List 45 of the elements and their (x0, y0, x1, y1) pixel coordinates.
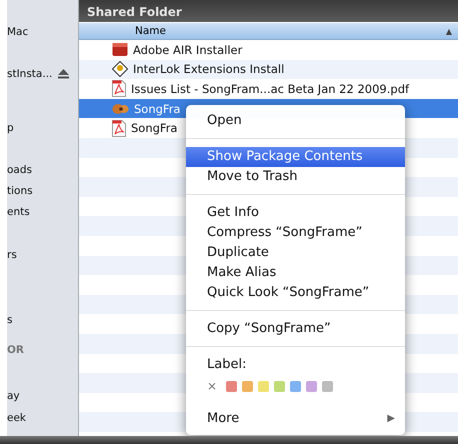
guitar-icon (112, 102, 129, 116)
sidebar-item[interactable]: Mac (7, 26, 28, 38)
label-color-swatch[interactable] (306, 380, 318, 392)
window-title: Shared Folder (87, 5, 182, 19)
label-color-swatch[interactable] (274, 380, 286, 392)
column-label: Name (135, 25, 167, 37)
label-color-swatch[interactable] (290, 380, 302, 392)
label-heading: Label: (207, 356, 248, 374)
clear-label-button[interactable]: × (207, 379, 218, 393)
menu-item[interactable]: Duplicate (186, 243, 405, 263)
file-row[interactable]: InterLok Extensions Install (79, 60, 458, 80)
menu-item[interactable]: Make Alias (186, 263, 405, 283)
sidebar-item[interactable]: s (7, 314, 12, 326)
sidebar-item[interactable]: eek (7, 412, 26, 424)
diamond-icon (112, 61, 128, 78)
eject-icon[interactable] (58, 69, 70, 79)
menu-item[interactable]: Get Info (186, 203, 405, 223)
more-menu-item[interactable]: More ▶ (186, 409, 405, 429)
file-name: Issues List - SongFram...ac Beta Jan 22 2009.pdf (131, 82, 410, 96)
file-name: SongFra (131, 121, 178, 136)
sidebar-item[interactable]: ents (7, 206, 30, 218)
file-name: Adobe AIR Installer (133, 42, 242, 57)
file-name: InterLok Extensions Install (133, 62, 284, 76)
menu-item[interactable]: Quick Look “SongFrame” (186, 283, 405, 303)
sidebar-item[interactable]: tions (7, 185, 33, 197)
menu-item[interactable]: Copy “SongFrame” (186, 319, 405, 339)
column-header[interactable]: Name ▲ (79, 23, 458, 40)
pdf-icon (112, 80, 126, 98)
sort-arrow: ▲ (446, 26, 452, 36)
label-color-swatch[interactable] (322, 380, 334, 392)
menu-item[interactable]: Compress “SongFrame” (186, 223, 405, 243)
sidebar-item[interactable]: ay (7, 390, 20, 402)
sidebar-item[interactable]: stInsta... (7, 68, 52, 80)
label-color-swatch[interactable] (242, 380, 254, 392)
menu-item[interactable]: Open (186, 111, 405, 131)
menu-item[interactable]: Show Package Contents (186, 147, 405, 167)
menu-item[interactable]: Move to Trash (186, 167, 405, 187)
sidebar-item[interactable]: rs (7, 249, 17, 261)
sidebar-item[interactable]: oads (7, 164, 32, 176)
sidebar-item: OR (7, 344, 24, 356)
label-color-swatch[interactable] (258, 380, 270, 392)
installer-icon (112, 42, 128, 58)
sidebar-item[interactable]: p (7, 122, 14, 134)
file-name: SongFra (134, 102, 180, 116)
label-color-swatch[interactable] (226, 380, 238, 392)
